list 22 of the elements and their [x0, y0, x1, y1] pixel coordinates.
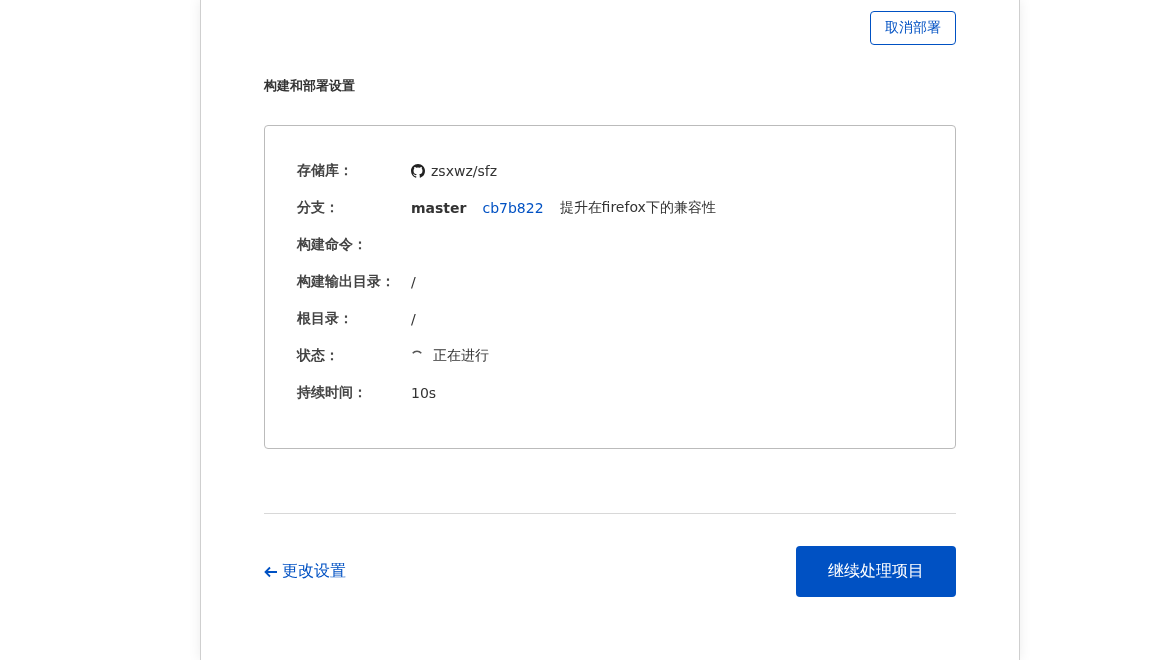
field-label: 状态：: [297, 346, 340, 365]
repository-name: zsxwz/sfz: [431, 162, 497, 179]
commit-link[interactable]: cb7b822: [482, 199, 544, 216]
cancel-button[interactable]: 取消部署: [870, 11, 956, 45]
status-text: 正在进行: [433, 346, 489, 365]
field-value: 10s: [411, 384, 437, 401]
field-value: /: [411, 310, 416, 327]
github-icon: [411, 163, 425, 178]
branch-name: master: [411, 199, 467, 216]
continue-button[interactable]: 继续处理项目: [796, 546, 956, 597]
spinner-icon: [412, 349, 422, 354]
field-value: /: [411, 273, 416, 290]
field-label: 分支：: [297, 198, 340, 217]
field-label: 根目录：: [297, 309, 354, 328]
back-link[interactable]: 更改设置: [264, 561, 346, 582]
field-label: 构建命令：: [297, 235, 368, 254]
field-label: 构建输出目录：: [297, 272, 396, 291]
commit-message: 提升在firefox下的兼容性: [559, 198, 716, 217]
section-title: 构建和部署设置: [264, 77, 356, 95]
field-label: 存储库：: [297, 161, 354, 180]
arrow-left-icon: [264, 565, 278, 578]
field-label: 持续时间：: [297, 383, 368, 402]
